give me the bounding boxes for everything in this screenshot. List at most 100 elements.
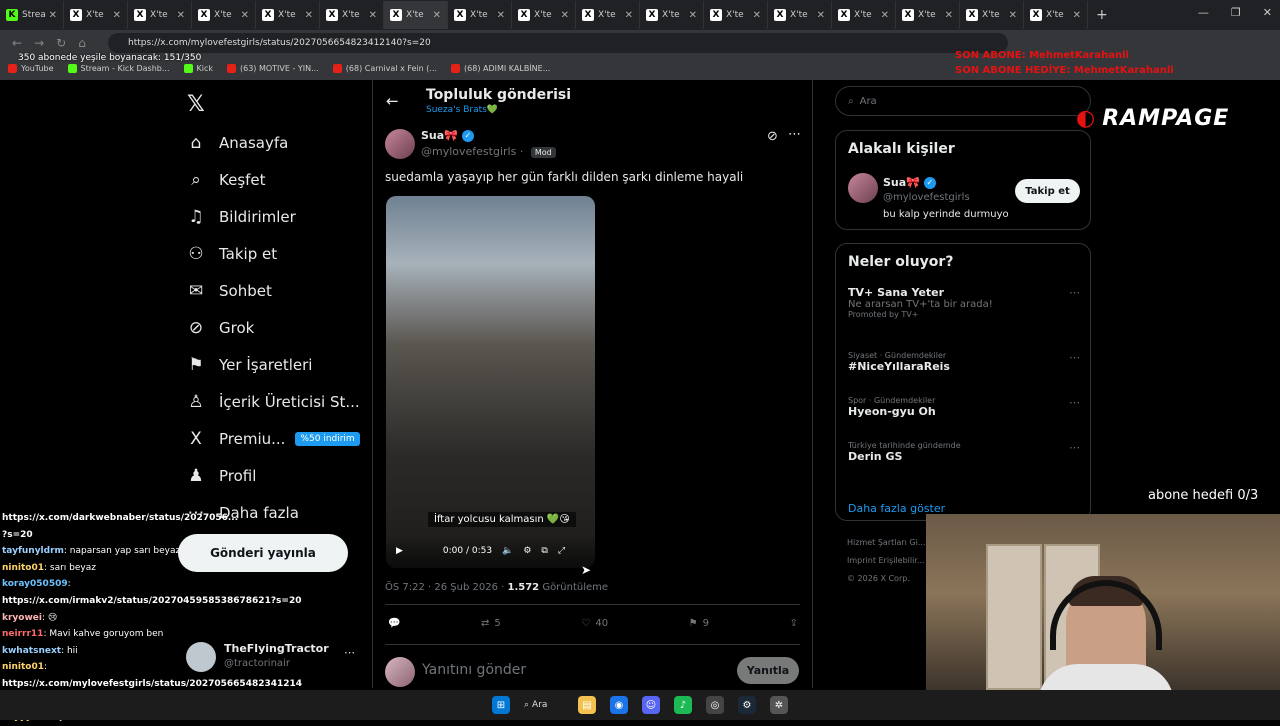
browser-tab[interactable]: X X'te ✕: [384, 1, 448, 29]
author-handle[interactable]: @mylovefestgirls: [421, 145, 516, 158]
browser-tab[interactable]: X X'te ✕: [960, 1, 1024, 29]
browser-tab[interactable]: X X'te ✕: [64, 1, 128, 29]
trend-item[interactable]: TV+ Sana Yeter Ne ararsan TV+'ta bir arad…: [848, 286, 1080, 319]
reload-icon[interactable]: ↻: [56, 36, 66, 50]
browser-tab[interactable]: K Strea ✕: [0, 1, 64, 29]
close-tab-icon[interactable]: ✕: [433, 10, 441, 21]
trend-more-icon[interactable]: ⋯: [1069, 351, 1080, 364]
trend-more-icon[interactable]: ⋯: [1069, 441, 1080, 454]
bookmark-adimi-kalbine[interactable]: (68) ADIMI KALBİNE...: [451, 63, 550, 73]
sidebar-item-creator[interactable]: ♙ İçerik Üreticisi St...: [186, 383, 360, 420]
chrome-icon[interactable]: ◉: [610, 696, 628, 714]
browser-tab[interactable]: X X'te ✕: [448, 1, 512, 29]
x-logo-icon[interactable]: 𝕏: [187, 92, 205, 117]
close-tab-icon[interactable]: ✕: [497, 10, 505, 21]
play-icon[interactable]: ▶: [396, 546, 403, 556]
settings-icon[interactable]: ⚙: [523, 546, 531, 556]
browser-tab[interactable]: X X'te ✕: [128, 1, 192, 29]
home-browser-icon[interactable]: ⌂: [78, 36, 86, 50]
more-options-icon[interactable]: ⋯: [788, 127, 801, 142]
sidebar-item-bell[interactable]: ♫ Bildirimler: [186, 198, 360, 235]
browser-tab[interactable]: X X'te ✕: [256, 1, 320, 29]
community-link[interactable]: Sueza's Brats💚: [426, 105, 498, 115]
bookmark-action[interactable]: ⚑ 9: [689, 618, 709, 629]
discord-icon[interactable]: ☺: [642, 696, 660, 714]
close-tab-icon[interactable]: ✕: [305, 10, 313, 21]
post-video[interactable]: İftar yolcusu kalmasın 💚😘 ▶ 0:00 / 0:53 …: [386, 196, 595, 568]
author-name[interactable]: Sua🎀 ✓: [421, 129, 474, 142]
share-icon[interactable]: ⧉: [541, 546, 547, 556]
reply-input[interactable]: Yanıtını gönder: [422, 662, 526, 678]
browser-tab[interactable]: X X'te ✕: [320, 1, 384, 29]
fullscreen-icon[interactable]: ⤢: [558, 546, 565, 556]
browser-tab[interactable]: X X'te ✕: [768, 1, 832, 29]
close-window-icon[interactable]: ✕: [1263, 6, 1272, 19]
bookmark-motive[interactable]: (63) MOTIVE - YIN...: [227, 63, 319, 73]
related-avatar[interactable]: [848, 173, 878, 203]
close-tab-icon[interactable]: ✕: [1009, 10, 1017, 21]
browser-tab[interactable]: X X'te ✕: [832, 1, 896, 29]
close-tab-icon[interactable]: ✕: [241, 10, 249, 21]
sidebar-item-follow[interactable]: ⚇ Takip et: [186, 235, 360, 272]
browser-tab[interactable]: X X'te ✕: [704, 1, 768, 29]
sidebar-item-home[interactable]: ⌂ Anasayfa: [186, 124, 360, 161]
back-arrow-icon[interactable]: ←: [386, 92, 399, 110]
sidebar-item-grok[interactable]: ⊘ Grok: [186, 309, 360, 346]
browser-tab[interactable]: X X'te ✕: [640, 1, 704, 29]
browser-tab[interactable]: X X'te ✕: [512, 1, 576, 29]
obs-icon[interactable]: ◎: [706, 696, 724, 714]
post-timestamp[interactable]: ÖS 7:22 · 26 Şub 2026 ·: [385, 582, 508, 593]
settings-icon[interactable]: ✲: [770, 696, 788, 714]
steam-icon[interactable]: ⚙: [738, 696, 756, 714]
volume-icon[interactable]: 🔈: [502, 546, 513, 556]
bookmark-youtube[interactable]: YouTube: [8, 63, 54, 73]
grok-icon[interactable]: ⊘: [767, 129, 778, 144]
browser-tab[interactable]: X X'te ✕: [576, 1, 640, 29]
close-tab-icon[interactable]: ✕: [369, 10, 377, 21]
trend-more-icon[interactable]: ⋯: [1069, 396, 1080, 409]
share-action[interactable]: ⇪: [790, 618, 798, 629]
file-explorer-icon[interactable]: ▤: [578, 696, 596, 714]
close-tab-icon[interactable]: ✕: [625, 10, 633, 21]
browser-tab[interactable]: X X'te ✕: [896, 1, 960, 29]
close-tab-icon[interactable]: ✕: [689, 10, 697, 21]
close-tab-icon[interactable]: ✕: [945, 10, 953, 21]
reply-action[interactable]: 💬: [388, 618, 400, 629]
more-icon[interactable]: ⋯: [344, 646, 355, 659]
close-tab-icon[interactable]: ✕: [1073, 10, 1081, 21]
spotify-icon[interactable]: ♪: [674, 696, 692, 714]
browser-tab[interactable]: X X'te ✕: [192, 1, 256, 29]
close-tab-icon[interactable]: ✕: [177, 10, 185, 21]
sidebar-item-profile[interactable]: ♟ Profil: [186, 457, 360, 494]
like-action[interactable]: ♡ 40: [581, 618, 608, 629]
url-field[interactable]: https://x.com/mylovefestgirls/status/202…: [108, 33, 1008, 53]
sidebar-item-mail[interactable]: ✉ Sohbet: [186, 272, 360, 309]
footer-terms[interactable]: Hizmet Şartları Gi...: [847, 534, 925, 552]
close-tab-icon[interactable]: ✕: [753, 10, 761, 21]
reply-button[interactable]: Yanıtla: [737, 657, 799, 684]
browser-tab[interactable]: X X'te ✕: [1024, 1, 1088, 29]
sidebar-item-x-premium[interactable]: X Premiu... %50 indirim: [186, 420, 360, 457]
related-name[interactable]: Sua🎀 ✓: [883, 176, 936, 189]
new-tab-button[interactable]: +: [1096, 7, 1108, 23]
trend-item[interactable]: Türkiye tarihinde gündemde Derin GS ⋯: [848, 441, 1080, 463]
trend-item[interactable]: Siyaset · Gündemdekiler #NiceYıllaraReis ⋯: [848, 351, 1080, 373]
windows-start-icon[interactable]: ⊞: [492, 696, 510, 714]
maximize-icon[interactable]: ❐: [1231, 6, 1241, 19]
suggested-account[interactable]: TheFlyingTractor @tractorinair ⋯: [186, 640, 366, 676]
repost-action[interactable]: ⇄ 5: [481, 618, 501, 629]
author-avatar[interactable]: [385, 129, 415, 159]
trend-more-icon[interactable]: ⋯: [1069, 286, 1080, 299]
close-tab-icon[interactable]: ✕: [561, 10, 569, 21]
trend-item[interactable]: Spor · Gündemdekiler Hyeon-gyu Oh ⋯: [848, 396, 1080, 418]
sidebar-item-bookmark[interactable]: ⚑ Yer İşaretleri: [186, 346, 360, 383]
back-icon[interactable]: ←: [12, 36, 22, 50]
close-tab-icon[interactable]: ✕: [817, 10, 825, 21]
sidebar-item-search[interactable]: ⌕ Keşfet: [186, 161, 360, 198]
bookmark-carnival[interactable]: (68) Carnival x Fein (...: [332, 63, 437, 73]
close-tab-icon[interactable]: ✕: [881, 10, 889, 21]
forward-icon[interactable]: →: [34, 36, 44, 50]
bookmark-kick[interactable]: Kick: [183, 63, 213, 73]
bookmark-kick-dashboard[interactable]: Stream - Kick Dashb...: [67, 63, 170, 73]
close-tab-icon[interactable]: ✕: [113, 10, 121, 21]
